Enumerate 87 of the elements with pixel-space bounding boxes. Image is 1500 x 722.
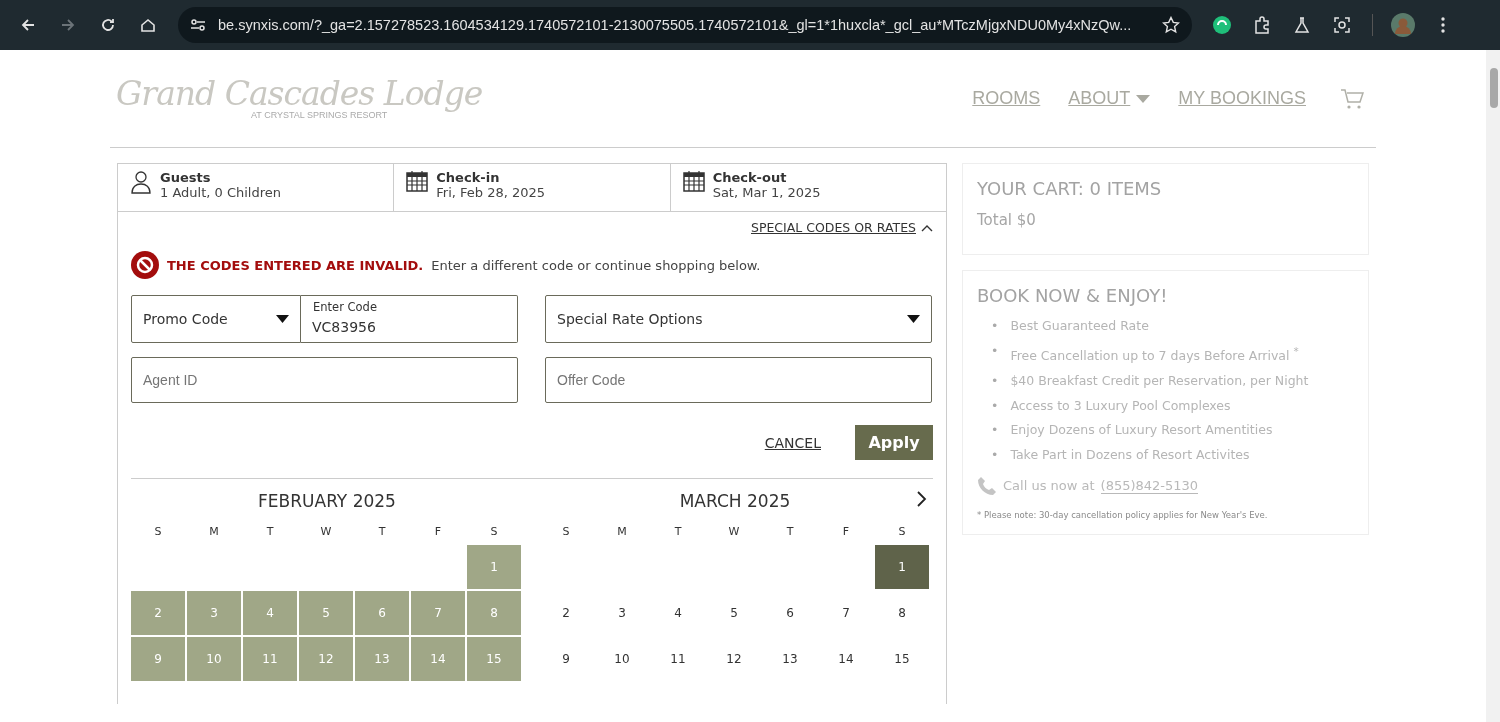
special-codes-toggle[interactable]: SPECIAL CODES OR RATES (751, 220, 933, 235)
code-type-dropdown[interactable]: Promo Code (131, 295, 301, 343)
date-selector[interactable]: Check-out Sat, Mar 1, 2025 (670, 164, 946, 211)
weekday-label: F (842, 524, 850, 538)
date-selector[interactable]: Check-in Fri, Feb 28, 2025 (394, 164, 671, 211)
calendar-day[interactable]: 14 (819, 637, 873, 681)
phone-icon (977, 475, 997, 496)
error-title: THE CODES ENTERED ARE INVALID. (167, 257, 424, 273)
benefit-item: $40 Breakfast Credit per Reservation, per Night (1010, 371, 1309, 390)
scrollbar[interactable] (1486, 50, 1500, 722)
star-icon (1162, 16, 1180, 34)
cart-total: Total $0 (977, 211, 1036, 229)
weekday-label: M (617, 524, 627, 538)
reload-icon (100, 17, 116, 33)
weekday-label: F (434, 524, 442, 538)
calendar-day[interactable]: 8 (875, 591, 929, 635)
benefit-item: Best Guaranteed Rate (1010, 317, 1149, 335)
flask-icon (1293, 16, 1311, 34)
promo-title: BOOK NOW & ENJOY! (977, 285, 1168, 306)
chevron-up-icon (921, 223, 933, 232)
weekday-label: S (562, 524, 570, 538)
calendar-icon (406, 170, 429, 192)
prohibited-icon (131, 251, 159, 279)
apply-button[interactable]: Apply (855, 425, 933, 460)
weekday-label: W (728, 524, 740, 538)
month-title: MARCH 2025 (679, 491, 791, 511)
weekday-label: T (786, 524, 794, 538)
cart-icon (1340, 87, 1364, 110)
weekday-label: S (898, 524, 906, 538)
chevron-right-icon (917, 491, 927, 507)
bullet: • (991, 446, 999, 465)
caret-down-icon (276, 315, 289, 323)
field-label: Enter Code (313, 300, 377, 314)
bullet: • (991, 396, 999, 415)
circle-icon (1212, 15, 1232, 35)
calendar-day[interactable]: 2 (539, 591, 593, 635)
back-arrow-icon (20, 17, 36, 33)
calendar-day[interactable]: 5 (707, 591, 761, 635)
calendar-day[interactable]: 3 (595, 591, 649, 635)
month-title: FEBRUARY 2025 (258, 491, 396, 511)
calendar-day[interactable]: 12 (707, 637, 761, 681)
calendar-icon (682, 170, 705, 192)
bullet: • (991, 421, 999, 440)
calendar-day[interactable]: 10 (595, 637, 649, 681)
cart-title: YOUR CART: 0 ITEMS (977, 178, 1162, 199)
url-text: be.synxis.com/?_ga=2.157278523.1604534129.1740572101-2130075505.1740572101&_gl=1*1huxcla*_gcl_au*MTczMjgxNDU0My4xNzQw... (218, 17, 1133, 33)
benefit-item: Free Cancellation up to 7 days Before Arrival $^{*}$ (1010, 343, 1299, 365)
weekday-label: T (674, 524, 682, 538)
benefit-item: Enjoy Dozens of Luxury Resort Amentities (1010, 421, 1273, 440)
weekday-label: T (378, 524, 386, 538)
caret-down-icon (1136, 94, 1151, 103)
address-bar[interactable]: be.synxis.com/?_ga=2.157278523.1604534129.1740572101-2130075505.1740572101&_gl=1*1huxcla*_gcl_au*MTczMjgxNDU0My4xNzQw... (178, 7, 1192, 43)
person-icon (130, 170, 152, 194)
weekday-label: S (154, 524, 162, 538)
calendar-day[interactable]: 7 (819, 591, 873, 635)
weekday-label: T (266, 524, 274, 538)
call-label: Call us now at (1003, 478, 1095, 494)
special-rate-dropdown[interactable]: Special Rate Options (545, 295, 932, 343)
weekday-label: S (490, 524, 498, 538)
home-icon (140, 17, 156, 33)
cancel-button[interactable]: CANCEL (758, 433, 827, 452)
menu-icon (1441, 17, 1445, 33)
calendar-day[interactable]: 4 (651, 591, 705, 635)
agent-id-field[interactable]: Agent ID (131, 357, 518, 403)
offer-code-field[interactable]: Offer Code (545, 357, 932, 403)
weekday-label: W (320, 524, 332, 538)
forward-arrow-icon (60, 17, 76, 33)
calendar-day[interactable]: 9 (539, 637, 593, 681)
bullet: • (991, 371, 999, 390)
calendar-day[interactable]: 6 (763, 591, 817, 635)
calendar-day[interactable]: 13 (763, 637, 817, 681)
puzzle-icon (1253, 16, 1271, 34)
bullet: • (991, 317, 999, 335)
weekday-label: M (209, 524, 219, 538)
benefit-item: Take Part in Dozens of Resort Activites (1010, 446, 1250, 465)
caret-down-icon (907, 315, 920, 323)
avatar-icon (1391, 13, 1415, 37)
calendar-day[interactable]: 1 (875, 545, 929, 589)
bullet: • (991, 341, 999, 360)
tune-icon (190, 17, 206, 33)
guests-selector[interactable]: Guests 1 Adult, 0 Children (118, 164, 395, 211)
benefit-item: Access to 3 Luxury Pool Complexes (1010, 396, 1231, 415)
camera-icon (1333, 16, 1351, 34)
calendar-day[interactable]: 11 (651, 637, 705, 681)
error-message: Enter a different code or continue shopping below. (431, 257, 761, 273)
policy-note: * Please note: 30-day cancellation policy applies for New Year's Eve. (977, 509, 1268, 520)
calendar-day[interactable]: 15 (875, 637, 929, 681)
